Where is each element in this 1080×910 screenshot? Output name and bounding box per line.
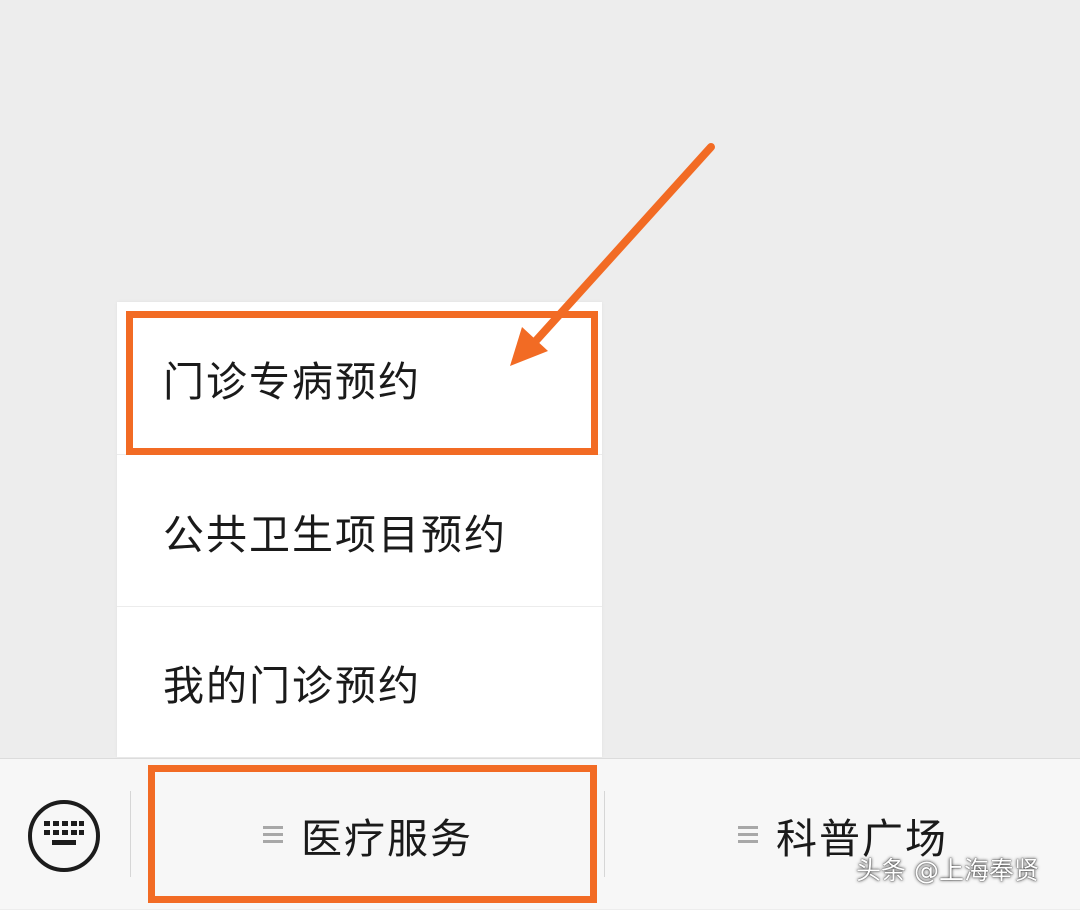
menu-divider bbox=[130, 791, 131, 877]
menu-item-label: 门诊专病预约 bbox=[163, 358, 421, 406]
submenu-popup: 门诊专病预约 公共卫生项目预约 我的门诊预约 bbox=[117, 302, 602, 757]
menu-item-label: 公共卫生项目预约 bbox=[163, 510, 507, 559]
keyboard-toggle-button[interactable] bbox=[28, 800, 100, 872]
menu-divider bbox=[604, 791, 605, 877]
watermark: 头条 @上海奉贤 bbox=[856, 856, 1039, 885]
menu-button-label: 医疗服务 bbox=[301, 814, 473, 863]
menu-item-public-health[interactable]: 公共卫生项目预约 bbox=[117, 454, 602, 606]
menu-lines-icon bbox=[263, 822, 283, 847]
menu-button-medical-services[interactable]: 医疗服务 bbox=[132, 759, 604, 910]
menu-button-science-square[interactable]: 科普广场 bbox=[606, 759, 1080, 910]
keyboard-icon bbox=[42, 819, 86, 853]
menu-item-label: 我的门诊预约 bbox=[163, 662, 421, 710]
menu-lines-icon bbox=[738, 822, 758, 847]
menu-item-my-appointments[interactable]: 我的门诊预约 bbox=[117, 606, 602, 757]
menu-item-outpatient-specialty[interactable]: 门诊专病预约 bbox=[117, 302, 602, 454]
